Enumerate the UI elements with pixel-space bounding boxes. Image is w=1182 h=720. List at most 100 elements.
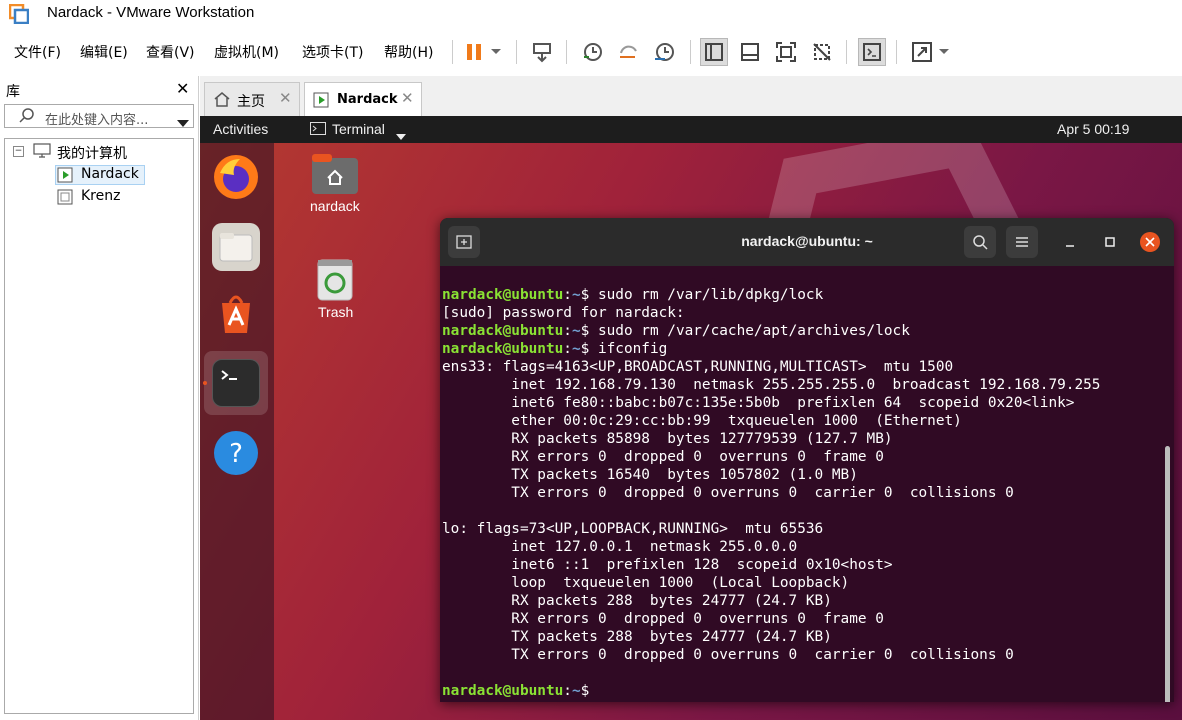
prompt-user: nardack@ubuntu [442,683,564,699]
window-titlebar: Nardack - VMware Workstation [0,0,1182,30]
terminal-output-line: RX packets 85898 bytes 127779539 (127.7 … [442,431,893,447]
gnome-top-bar: Activities Terminal Apr 5 00:19 [200,116,1182,143]
activities-button[interactable]: Activities [213,121,268,137]
library-search-input[interactable]: 在此处键入内容... [4,104,194,128]
menu-tabs[interactable]: 选项卡(T) [302,42,363,62]
stretch-guest-icon[interactable] [908,38,936,66]
tab-label: 主页 [237,94,265,110]
menu-view[interactable]: 查看(V) [146,42,195,62]
terminal-command-line: nardack@ubuntu:~$ ifconfig [442,340,1100,358]
menu-edit[interactable]: 编辑(E) [80,42,128,62]
running-indicator-dot [203,381,207,385]
clock[interactable]: Apr 5 00:19 [1057,121,1129,137]
command-text: $ [580,683,598,699]
maximize-icon[interactable] [1102,234,1118,254]
toolbar-divider [846,40,847,64]
close-icon[interactable]: ✕ [176,79,189,98]
tree-item-vm[interactable]: Krenz [81,188,120,204]
files-icon[interactable] [212,223,260,271]
console-view-icon[interactable] [858,38,886,66]
send-ctrl-alt-del-icon[interactable] [528,38,556,66]
menu-vm[interactable]: 虚拟机(M) [214,42,279,62]
terminal-output-line: RX errors 0 dropped 0 overruns 0 frame 0 [442,611,884,627]
terminal-window[interactable]: nardack@ubuntu: ~ nardack@ubuntu:~$ sudo… [440,218,1174,702]
terminal-headerbar: nardack@ubuntu: ~ [440,218,1174,266]
terminal-command-line: nardack@ubuntu:~$ sudo rm /var/cache/apt… [442,322,1100,340]
prompt-user: nardack@ubuntu [442,323,564,339]
close-icon[interactable]: ✕ [401,89,414,107]
terminal-text[interactable]: nardack@ubuntu:~$ sudo rm /var/lib/dpkg/… [442,286,1100,700]
prompt-user: nardack@ubuntu [442,287,564,303]
chevron-down-icon[interactable] [177,113,189,132]
window-title: Nardack - VMware Workstation [47,4,255,21]
menu-file[interactable]: 文件(F) [14,42,61,62]
close-icon[interactable] [1140,232,1160,252]
command-text: $ ifconfig [580,341,668,357]
desktop-icon-label: Trash [318,304,354,320]
terminal-output-line: ether 00:0c:29:cc:bb:99 txqueuelen 1000 … [442,413,962,429]
home-icon [213,91,231,111]
thumbnail-bar-icon[interactable] [736,38,764,66]
toolbar-divider [690,40,691,64]
stretch-dropdown-icon[interactable] [934,38,954,66]
library-tree: − 我的计算机 Nardack Krenz [4,138,194,714]
prompt-separator: : [563,683,572,699]
show-library-icon[interactable] [700,38,728,66]
software-icon[interactable] [212,289,260,337]
home-folder-icon[interactable] [310,150,362,196]
help-icon[interactable]: ? [212,429,260,477]
toolbar-divider [516,40,517,64]
prompt-path: ~ [571,341,581,357]
pause-icon[interactable] [460,38,488,66]
svg-text:?: ? [229,439,243,469]
terminal-output-line: inet6 fe80::babc:b07c:135e:5b0b prefixle… [442,395,1075,411]
snapshot-icon[interactable] [578,38,606,66]
toolbar-divider [566,40,567,64]
collapse-icon[interactable]: − [13,146,24,157]
terminal-command-line: nardack@ubuntu:~$ sudo rm /var/lib/dpkg/… [442,286,1100,304]
trash-icon[interactable] [316,256,356,302]
chevron-down-icon[interactable] [396,127,406,143]
tab-home[interactable]: 主页 ✕ [204,82,300,116]
minimize-icon[interactable] [1062,234,1078,254]
terminal-output-line: TX errors 0 dropped 0 overruns 0 carrier… [442,647,1014,663]
terminal-output-line: RX packets 288 bytes 24777 (24.7 KB) [442,593,832,609]
close-icon[interactable]: ✕ [279,89,292,107]
command-text: $ sudo rm /var/lib/dpkg/lock [580,287,824,303]
prompt-path: ~ [571,323,581,339]
terminal-icon[interactable] [212,359,260,407]
full-screen-icon[interactable] [772,38,800,66]
revert-snapshot-icon[interactable] [614,38,642,66]
snapshot-manager-icon[interactable] [650,38,678,66]
terminal-output-line: RX errors 0 dropped 0 overruns 0 frame 0 [442,449,884,465]
search-icon[interactable] [964,226,996,258]
prompt-separator: : [563,323,572,339]
terminal-command-line: nardack@ubuntu:~$ [442,682,1100,700]
tree-root-my-computer[interactable]: 我的计算机 [57,143,127,163]
terminal-output-line: TX errors 0 dropped 0 overruns 0 carrier… [442,485,1014,501]
toolbar-divider [452,40,453,64]
hamburger-menu-icon[interactable] [1006,226,1038,258]
power-dropdown-icon[interactable] [486,38,506,66]
ubuntu-dock: ? [200,143,274,720]
vm-running-icon [313,92,329,112]
command-text: $ sudo rm /var/cache/apt/archives/lock [580,323,910,339]
vm-icon [57,189,73,209]
tree-item-vm[interactable]: Nardack [81,166,139,182]
app-menu[interactable]: Terminal [332,121,385,137]
guest-display[interactable]: Activities Terminal Apr 5 00:19 ? nardac… [200,116,1182,720]
scrollbar[interactable] [1165,446,1170,702]
tab-label: Nardack [337,92,398,107]
terminal-output-line: TX packets 16540 bytes 1057802 (1.0 MB) [442,467,858,483]
search-icon [19,108,35,128]
tab-nardack[interactable]: Nardack ✕ [304,82,422,116]
terminal-output[interactable]: nardack@ubuntu:~$ sudo rm /var/lib/dpkg/… [440,266,1174,702]
terminal-small-icon [310,122,326,138]
unity-mode-icon[interactable] [808,38,836,66]
toolbar-divider [896,40,897,64]
search-placeholder: 在此处键入内容... [45,113,149,128]
menu-help[interactable]: 帮助(H) [384,42,433,62]
firefox-icon[interactable] [212,153,260,201]
